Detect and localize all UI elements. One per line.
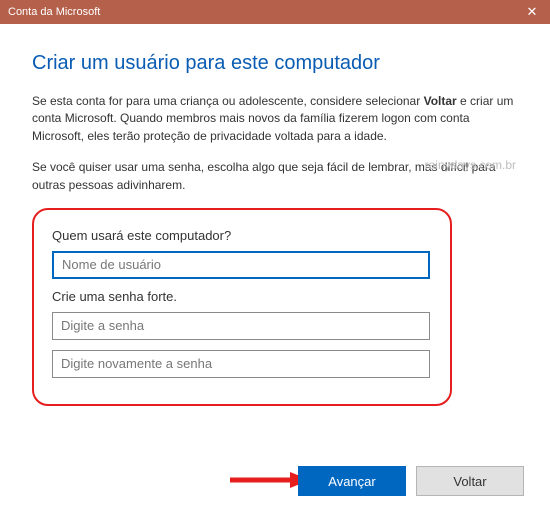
username-label: Quem usará este computador? xyxy=(52,228,432,243)
password-input[interactable]: Digite a senha xyxy=(52,312,430,340)
page-title: Criar um usuário para este computador xyxy=(32,52,518,75)
para1-pre: Se esta conta for para uma criança ou ad… xyxy=(32,94,424,108)
para1-bold: Voltar xyxy=(424,94,457,108)
close-icon[interactable]: ✕ xyxy=(522,4,542,20)
confirm-password-input[interactable]: Digite novamente a senha xyxy=(52,350,430,378)
titlebar: Conta da Microsoft ✕ xyxy=(0,0,550,24)
back-button[interactable]: Voltar xyxy=(416,466,524,496)
footer-buttons: Avançar Voltar xyxy=(298,466,524,496)
window-title: Conta da Microsoft xyxy=(8,6,100,18)
next-button[interactable]: Avançar xyxy=(298,466,406,496)
watermark-text: rainydays.com.br xyxy=(425,158,516,172)
intro-paragraph-1: Se esta conta for para uma criança ou ad… xyxy=(32,93,518,145)
dialog-content: Criar um usuário para este computador Se… xyxy=(0,24,550,406)
username-input[interactable]: Nome de usuário xyxy=(52,251,430,279)
highlighted-form-box: Quem usará este computador? Nome de usuá… xyxy=(32,208,452,406)
password-section-label: Crie uma senha forte. xyxy=(52,289,432,304)
